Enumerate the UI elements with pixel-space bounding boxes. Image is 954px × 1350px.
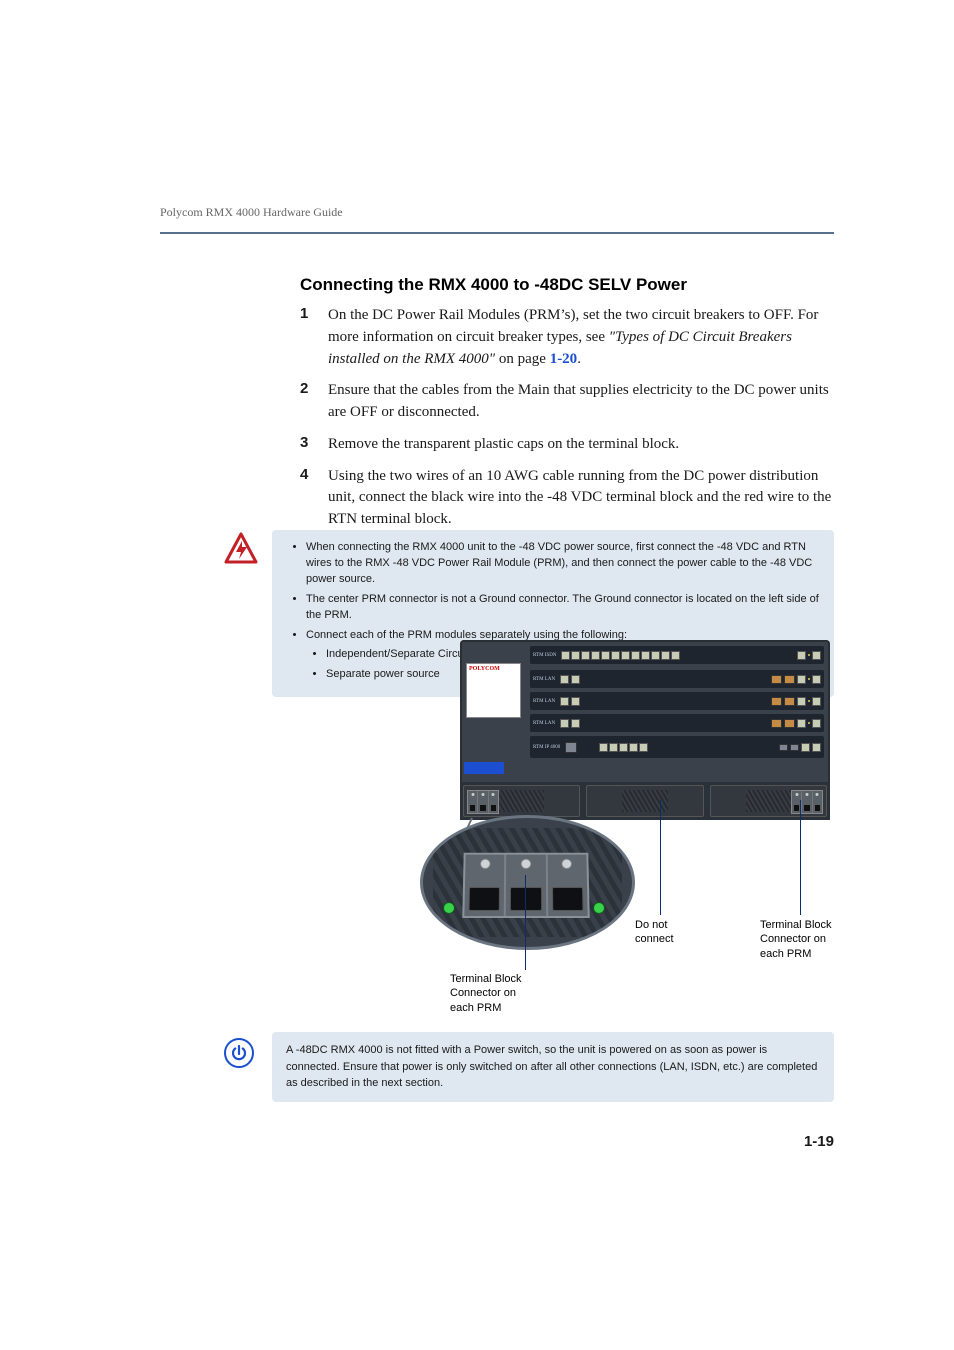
chassis-rear: POLYCOM RTM ISDN RTM LAN RTM LAN bbox=[460, 640, 830, 820]
rtm-ip-label: RTM IP 4000 bbox=[533, 745, 560, 750]
product-label: POLYCOM bbox=[466, 663, 521, 718]
rtm-ip-row: RTM IP 4000 bbox=[530, 736, 824, 758]
note-text: A -48DC RMX 4000 is not fitted with a Po… bbox=[286, 1044, 817, 1089]
step-number: 2 bbox=[300, 380, 328, 424]
warning-bullet: When connecting the RMX 4000 unit to the… bbox=[306, 540, 820, 588]
step-item: 2 Ensure that the cables from the Main t… bbox=[300, 380, 834, 424]
polycom-logo: POLYCOM bbox=[469, 666, 518, 672]
step-number: 3 bbox=[300, 434, 328, 456]
step-text: On the DC Power Rail Modules (PRM’s), se… bbox=[328, 305, 834, 370]
step-item: 1 On the DC Power Rail Modules (PRM’s), … bbox=[300, 305, 834, 370]
power-note-icon bbox=[224, 1038, 254, 1068]
psu-module bbox=[586, 785, 703, 817]
page-xref-link[interactable]: 1-20 bbox=[550, 351, 578, 367]
page-number: 1-19 bbox=[804, 1133, 834, 1150]
step-number: 1 bbox=[300, 305, 328, 370]
rtm-isdn-row: RTM ISDN bbox=[530, 646, 824, 664]
rtm-lan-row: RTM LAN bbox=[530, 670, 824, 688]
serial-tag bbox=[464, 762, 504, 774]
terminal-block bbox=[467, 790, 499, 814]
rtm-isdn-label: RTM ISDN bbox=[533, 653, 556, 658]
terminal-block bbox=[791, 790, 823, 814]
step-text: Using the two wires of an 10 AWG cable r… bbox=[328, 466, 834, 531]
step-text-post: on page bbox=[495, 351, 550, 367]
callout-label-mid: Do not connect bbox=[635, 918, 705, 947]
callout-leader bbox=[800, 800, 801, 915]
step-item: 4 Using the two wires of an 10 AWG cable… bbox=[300, 466, 834, 531]
rtm-lan-label: RTM LAN bbox=[533, 699, 555, 704]
terminal-block-enlarged bbox=[462, 853, 589, 918]
callout-leader bbox=[525, 875, 526, 970]
isdn-port-strip bbox=[561, 651, 680, 660]
step-text: Remove the transparent plastic caps on t… bbox=[328, 434, 679, 456]
callout-label-right: Terminal Block Connector on each PRM bbox=[760, 918, 880, 961]
rtm-lan-row: RTM LAN bbox=[530, 714, 824, 732]
status-led bbox=[443, 902, 455, 914]
section-heading: Connecting the RMX 4000 to -48DC SELV Po… bbox=[300, 275, 834, 295]
note-callout: A -48DC RMX 4000 is not fitted with a Po… bbox=[272, 1032, 834, 1102]
numbered-steps: 1 On the DC Power Rail Modules (PRM’s), … bbox=[300, 305, 834, 531]
running-header: Polycom RMX 4000 Hardware Guide bbox=[160, 205, 343, 220]
step-text: Ensure that the cables from the Main tha… bbox=[328, 380, 834, 424]
rear-panel-figure: POLYCOM RTM ISDN RTM LAN RTM LAN bbox=[460, 640, 830, 820]
rtm-lan-label: RTM LAN bbox=[533, 721, 555, 726]
callout-label-left: Terminal Block Connector on each PRM bbox=[450, 972, 590, 1015]
psu-module bbox=[710, 785, 827, 817]
warning-bullet: The center PRM connector is not a Ground… bbox=[306, 592, 820, 624]
callout-leader bbox=[660, 800, 661, 915]
rtm-lan-label: RTM LAN bbox=[533, 677, 555, 682]
status-led bbox=[593, 902, 605, 914]
header-rule bbox=[160, 232, 834, 234]
warning-icon bbox=[224, 532, 258, 572]
warning-bullet-text: Connect each of the PRM modules separate… bbox=[306, 629, 627, 641]
step-text-tail: . bbox=[577, 351, 581, 367]
rtm-lan-row: RTM LAN bbox=[530, 692, 824, 710]
step-item: 3 Remove the transparent plastic caps on… bbox=[300, 434, 834, 456]
terminal-block-zoom bbox=[420, 815, 635, 950]
psu-module bbox=[463, 785, 580, 817]
step-number: 4 bbox=[300, 466, 328, 531]
